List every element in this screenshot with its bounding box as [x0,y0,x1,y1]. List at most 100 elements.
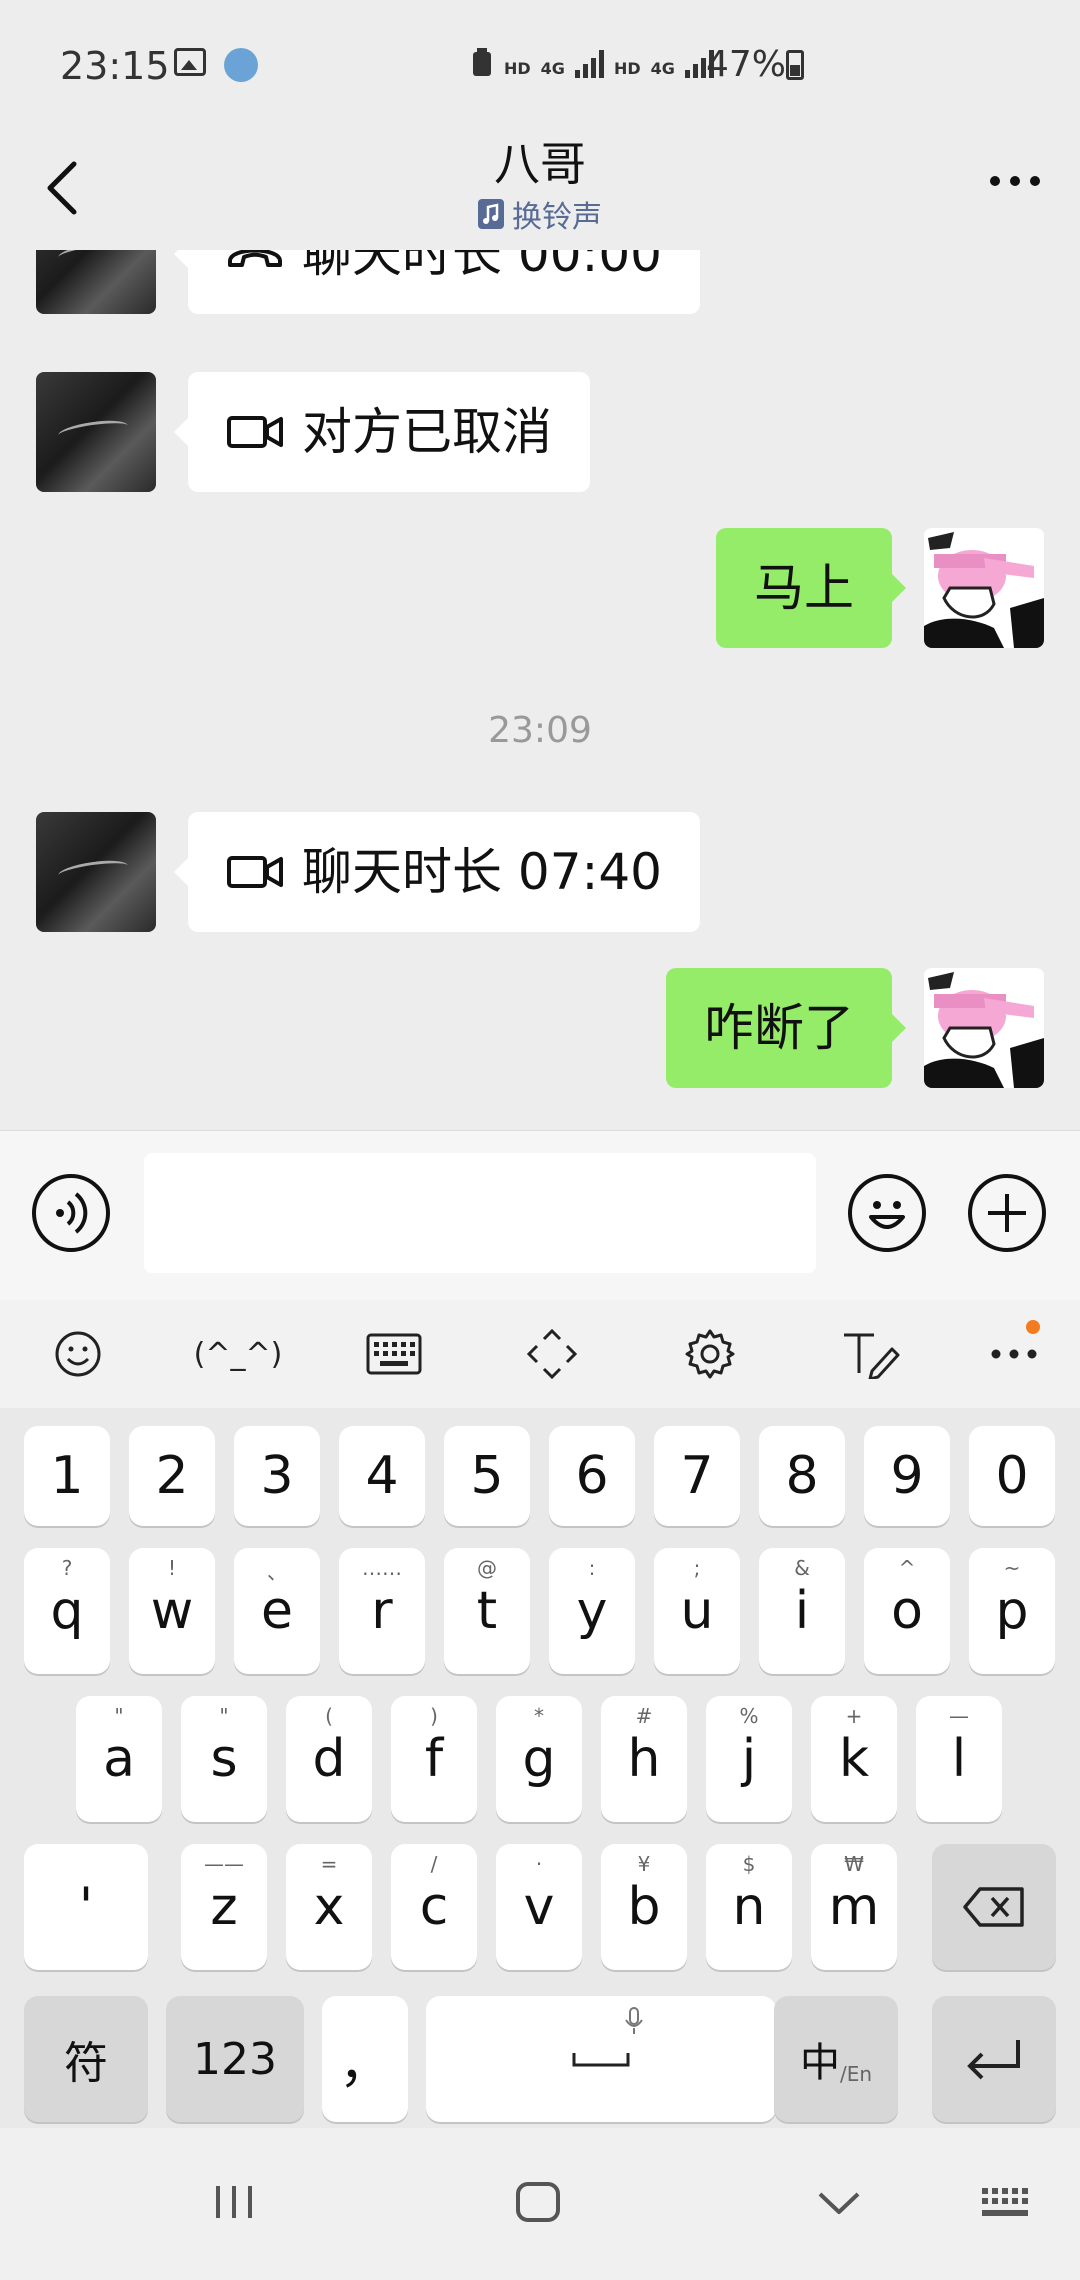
key-a[interactable]: " a [76,1696,162,1822]
key-9[interactable]: 9 [864,1426,950,1526]
key-q[interactable]: ? q [24,1548,110,1674]
key-7[interactable]: 7 [654,1426,740,1526]
contact-avatar[interactable] [36,812,156,932]
key-u[interactable]: ; u [654,1548,740,1674]
key-i[interactable]: & i [759,1548,845,1674]
key-label: c [419,1877,449,1937]
language-toggle-key[interactable]: 中/En [774,1996,898,2122]
contact-avatar[interactable] [36,250,156,314]
key-z[interactable]: —— z [181,1844,267,1970]
key-1[interactable]: 1 [24,1426,110,1526]
status-icons-left [174,48,258,82]
key-5[interactable]: 5 [444,1426,530,1526]
message-input[interactable] [144,1153,816,1273]
cursor-control-button[interactable] [502,1300,602,1408]
key-label: m [828,1877,880,1937]
call-record-bubble[interactable]: 聊天时长 00:00 [174,250,700,314]
key-h[interactable]: # h [601,1696,687,1822]
ellipsis-icon [991,1349,1037,1359]
key-label: n [732,1877,766,1937]
key-label: q [50,1581,84,1641]
key-j[interactable]: % j [706,1696,792,1822]
ringtone-link[interactable]: 换铃声 [0,192,1080,236]
key-g[interactable]: * g [496,1696,582,1822]
emoji-button[interactable] [848,1174,926,1252]
key-label: t [476,1581,498,1641]
hide-keyboard-icon[interactable] [816,2188,862,2218]
keyboard-switch-icon[interactable] [980,2186,1032,2222]
more-options-icon[interactable] [990,176,1040,186]
key-l[interactable]: — l [916,1696,1002,1822]
self-avatar[interactable] [924,968,1044,1088]
numbers-key[interactable]: 123 [166,1996,304,2122]
key-0[interactable]: 0 [969,1426,1055,1526]
emoji-icon [55,1331,101,1377]
more-functions-button[interactable] [968,1174,1046,1252]
video-call-bubble[interactable]: 对方已取消 [174,372,590,492]
home-icon[interactable] [514,2180,562,2224]
sent-message-bubble[interactable]: 咋断了 [666,968,906,1088]
key-n[interactable]: $ n [706,1844,792,1970]
video-call-bubble[interactable]: 聊天时长 07:40 [174,812,700,932]
recent-apps-icon[interactable] [212,2182,256,2222]
key-p[interactable]: ~ p [969,1548,1055,1674]
key-d[interactable]: (d [286,1696,372,1822]
hd-label-1: HD [504,59,531,78]
chat-title: 八哥 [494,137,586,191]
key-t[interactable]: @ t [444,1548,530,1674]
key-w[interactable]: ! w [129,1548,215,1674]
system-nav-bar [0,2128,1080,2280]
chat-messages: 聊天时长 00:00 对方已取消 马上 23:09 聊天时长 07:40 咋断了 [0,250,1080,1130]
enter-key[interactable] [932,1996,1056,2122]
microphone-icon [625,2007,643,2034]
space-bar-icon [572,2053,630,2067]
symbols-key[interactable]: 符 [24,1996,148,2122]
key-hint: " [219,1704,229,1728]
kb-emoji-button[interactable] [28,1300,128,1408]
battery-icon [786,50,804,80]
toolbar-more-button[interactable] [964,1300,1064,1408]
recycle-icon [473,48,491,76]
network-indicators: HD 4G HD 4G [470,48,714,78]
contact-avatar[interactable] [36,372,156,492]
key-2[interactable]: 2 [129,1426,215,1526]
keyboard-settings-button[interactable] [660,1300,760,1408]
key-f[interactable]: ) f [391,1696,477,1822]
key-k[interactable]: + k [811,1696,897,1822]
net-label-1: 4G [540,59,565,78]
key-y[interactable]: :y [549,1548,635,1674]
handwriting-button[interactable] [820,1300,920,1408]
key-label: u [680,1581,714,1641]
key-label: b [627,1877,661,1937]
key-m[interactable]: ₩ m [811,1844,897,1970]
status-bar: 23:15 HD 4G HD 4G 47% [0,0,1080,120]
key-3[interactable]: 3 [234,1426,320,1526]
key-s[interactable]: " s [181,1696,267,1822]
key-x[interactable]: = x [286,1844,372,1970]
key-4[interactable]: 4 [339,1426,425,1526]
key-o[interactable]: ^ o [864,1548,950,1674]
key-hint: & [794,1556,810,1580]
smiley-icon [869,1201,905,1229]
key-apostrophe[interactable]: ' [24,1844,148,1970]
self-avatar[interactable] [924,528,1044,648]
key-label: y [576,1581,608,1641]
lang-main-label: 中 [799,2040,840,2086]
chat-header: 八哥 换铃声 [0,120,1080,250]
space-key[interactable] [426,1996,776,2122]
key-8[interactable]: 8 [759,1426,845,1526]
key-b[interactable]: ¥ b [601,1844,687,1970]
keyboard-layout-button[interactable] [344,1300,444,1408]
key-6[interactable]: 6 [549,1426,635,1526]
key-c[interactable]: / c [391,1844,477,1970]
kaomoji-button[interactable]: (^_^) [188,1300,288,1408]
backspace-key[interactable] [932,1844,1056,1970]
key-e[interactable]: 、 e [234,1548,320,1674]
video-camera-icon [227,856,283,888]
voice-input-button[interactable] [32,1174,110,1252]
comma-key[interactable]: ， [322,1996,408,2122]
key-hint: — [949,1704,969,1728]
key-v[interactable]: · v [496,1844,582,1970]
sent-message-bubble[interactable]: 马上 [716,528,906,648]
key-r[interactable]: …… r [339,1548,425,1674]
